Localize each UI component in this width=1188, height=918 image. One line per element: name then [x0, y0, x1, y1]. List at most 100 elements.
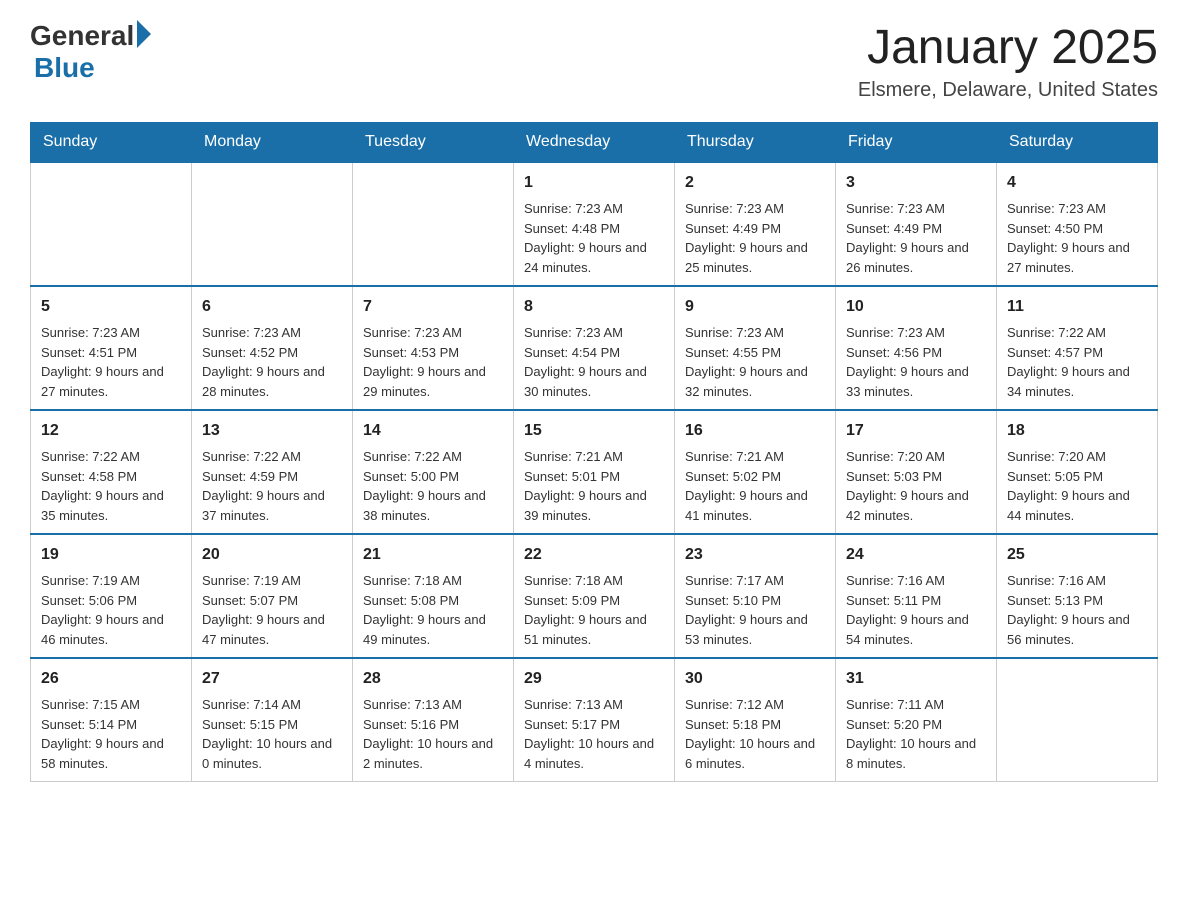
daylight-text: Daylight: 9 hours and 39 minutes.	[524, 488, 647, 523]
day-number: 23	[685, 543, 825, 567]
daylight-text: Daylight: 10 hours and 2 minutes.	[363, 736, 493, 771]
sunrise-text: Sunrise: 7:13 AM	[363, 697, 462, 712]
sunrise-text: Sunrise: 7:23 AM	[524, 325, 623, 340]
daylight-text: Daylight: 9 hours and 49 minutes.	[363, 612, 486, 647]
daylight-text: Daylight: 9 hours and 51 minutes.	[524, 612, 647, 647]
calendar-cell: 31Sunrise: 7:11 AMSunset: 5:20 PMDayligh…	[836, 658, 997, 782]
sunset-text: Sunset: 4:49 PM	[846, 221, 942, 236]
weekday-header: Friday	[836, 123, 997, 163]
day-number: 14	[363, 419, 503, 443]
sunset-text: Sunset: 5:02 PM	[685, 469, 781, 484]
daylight-text: Daylight: 9 hours and 44 minutes.	[1007, 488, 1130, 523]
sunset-text: Sunset: 5:15 PM	[202, 717, 298, 732]
day-number: 30	[685, 667, 825, 691]
daylight-text: Daylight: 9 hours and 56 minutes.	[1007, 612, 1130, 647]
sunrise-text: Sunrise: 7:17 AM	[685, 573, 784, 588]
calendar-cell: 18 Sunrise: 7:20 AM Sunset: 5:05 PM Dayligh…	[997, 410, 1158, 534]
calendar-cell: 3 Sunrise: 7:23 AM Sunset: 4:49 PM Daylight…	[836, 162, 997, 286]
weekday-header: Saturday	[997, 123, 1158, 163]
calendar-cell: 23Sunrise: 7:17 AMSunset: 5:10 PMDayligh…	[675, 534, 836, 658]
day-number: 18	[1007, 419, 1147, 443]
title-block: January 2025 Elsmere, Delaware, United S…	[858, 20, 1158, 102]
calendar-week-row: 26Sunrise: 7:15 AMSunset: 5:14 PMDayligh…	[31, 658, 1158, 782]
calendar-cell	[31, 162, 192, 286]
day-number: 3	[846, 171, 986, 195]
daylight-text: Daylight: 10 hours and 4 minutes.	[524, 736, 654, 771]
weekday-header: Sunday	[31, 123, 192, 163]
day-number: 29	[524, 667, 664, 691]
daylight-text: Daylight: 9 hours and 54 minutes.	[846, 612, 969, 647]
sunset-text: Sunset: 4:50 PM	[1007, 221, 1103, 236]
weekday-header: Wednesday	[514, 123, 675, 163]
day-number: 10	[846, 295, 986, 319]
calendar-cell: 9Sunrise: 7:23 AMSunset: 4:55 PMDaylight…	[675, 286, 836, 410]
day-number: 1	[524, 171, 664, 195]
sunrise-text: Sunrise: 7:23 AM	[846, 325, 945, 340]
sunrise-text: Sunrise: 7:18 AM	[363, 573, 462, 588]
sunset-text: Sunset: 4:51 PM	[41, 345, 137, 360]
sunset-text: Sunset: 4:53 PM	[363, 345, 459, 360]
sunrise-text: Sunrise: 7:12 AM	[685, 697, 784, 712]
sunset-text: Sunset: 4:59 PM	[202, 469, 298, 484]
daylight-text: Daylight: 9 hours and 26 minutes.	[846, 240, 969, 275]
day-number: 9	[685, 295, 825, 319]
day-number: 12	[41, 419, 181, 443]
calendar-cell: 20Sunrise: 7:19 AMSunset: 5:07 PMDayligh…	[192, 534, 353, 658]
sunset-text: Sunset: 5:03 PM	[846, 469, 942, 484]
sunset-text: Sunset: 5:00 PM	[363, 469, 459, 484]
sunset-text: Sunset: 5:10 PM	[685, 593, 781, 608]
sunset-text: Sunset: 5:11 PM	[846, 593, 941, 608]
sunset-text: Sunset: 4:48 PM	[524, 221, 620, 236]
sunrise-text: Sunrise: 7:18 AM	[524, 573, 623, 588]
daylight-text: Daylight: 9 hours and 25 minutes.	[685, 240, 808, 275]
sunset-text: Sunset: 5:09 PM	[524, 593, 620, 608]
sunset-text: Sunset: 4:57 PM	[1007, 345, 1103, 360]
daylight-text: Daylight: 9 hours and 29 minutes.	[363, 364, 486, 399]
sunset-text: Sunset: 5:14 PM	[41, 717, 137, 732]
sunrise-text: Sunrise: 7:19 AM	[202, 573, 301, 588]
day-number: 22	[524, 543, 664, 567]
day-number: 24	[846, 543, 986, 567]
sunrise-text: Sunrise: 7:23 AM	[363, 325, 462, 340]
sunset-text: Sunset: 5:08 PM	[363, 593, 459, 608]
calendar-cell: 4Sunrise: 7:23 AMSunset: 4:50 PMDaylight…	[997, 162, 1158, 286]
calendar-cell: 27Sunrise: 7:14 AMSunset: 5:15 PMDayligh…	[192, 658, 353, 782]
weekday-header: Tuesday	[353, 123, 514, 163]
sunrise-text: Sunrise: 7:23 AM	[685, 325, 784, 340]
sunset-text: Sunset: 5:16 PM	[363, 717, 459, 732]
daylight-text: Daylight: 10 hours and 8 minutes.	[846, 736, 976, 771]
daylight-text: Daylight: 9 hours and 42 minutes.	[846, 488, 969, 523]
calendar-cell: 17Sunrise: 7:20 AMSunset: 5:03 PMDayligh…	[836, 410, 997, 534]
day-number: 20	[202, 543, 342, 567]
daylight-text: Daylight: 9 hours and 38 minutes.	[363, 488, 486, 523]
sunset-text: Sunset: 4:52 PM	[202, 345, 298, 360]
calendar-cell	[192, 162, 353, 286]
calendar-cell: 19Sunrise: 7:19 AMSunset: 5:06 PMDayligh…	[31, 534, 192, 658]
day-number: 17	[846, 419, 986, 443]
logo-blue-text: Blue	[34, 52, 95, 84]
calendar-cell: 24 Sunrise: 7:16 AM Sunset: 5:11 PM Dayligh…	[836, 534, 997, 658]
sunset-text: Sunset: 5:05 PM	[1007, 469, 1103, 484]
sunrise-text: Sunrise: 7:22 AM	[363, 449, 462, 464]
calendar-table: SundayMondayTuesdayWednesdayThursdayFrid…	[30, 122, 1158, 782]
sunrise-text: Sunrise: 7:16 AM	[846, 573, 945, 588]
sunrise-text: Sunrise: 7:22 AM	[1007, 325, 1106, 340]
day-number: 27	[202, 667, 342, 691]
page-header: General Blue January 2025 Elsmere, Delaw…	[30, 20, 1158, 102]
daylight-text: Daylight: 9 hours and 32 minutes.	[685, 364, 808, 399]
day-number: 11	[1007, 295, 1147, 319]
sunrise-text: Sunrise: 7:23 AM	[846, 201, 945, 216]
sunrise-text: Sunrise: 7:15 AM	[41, 697, 140, 712]
sunrise-text: Sunrise: 7:23 AM	[685, 201, 784, 216]
sunset-text: Sunset: 5:01 PM	[524, 469, 620, 484]
calendar-header-row: SundayMondayTuesdayWednesdayThursdayFrid…	[31, 123, 1158, 163]
day-number: 28	[363, 667, 503, 691]
calendar-cell: 22 Sunrise: 7:18 AM Sunset: 5:09 PM Dayligh…	[514, 534, 675, 658]
daylight-text: Daylight: 9 hours and 24 minutes.	[524, 240, 647, 275]
sunrise-text: Sunrise: 7:20 AM	[1007, 449, 1106, 464]
sunrise-text: Sunrise: 7:13 AM	[524, 697, 623, 712]
sunrise-text: Sunrise: 7:23 AM	[524, 201, 623, 216]
daylight-text: Daylight: 9 hours and 27 minutes.	[41, 364, 164, 399]
sunrise-text: Sunrise: 7:21 AM	[685, 449, 784, 464]
sunrise-text: Sunrise: 7:19 AM	[41, 573, 140, 588]
